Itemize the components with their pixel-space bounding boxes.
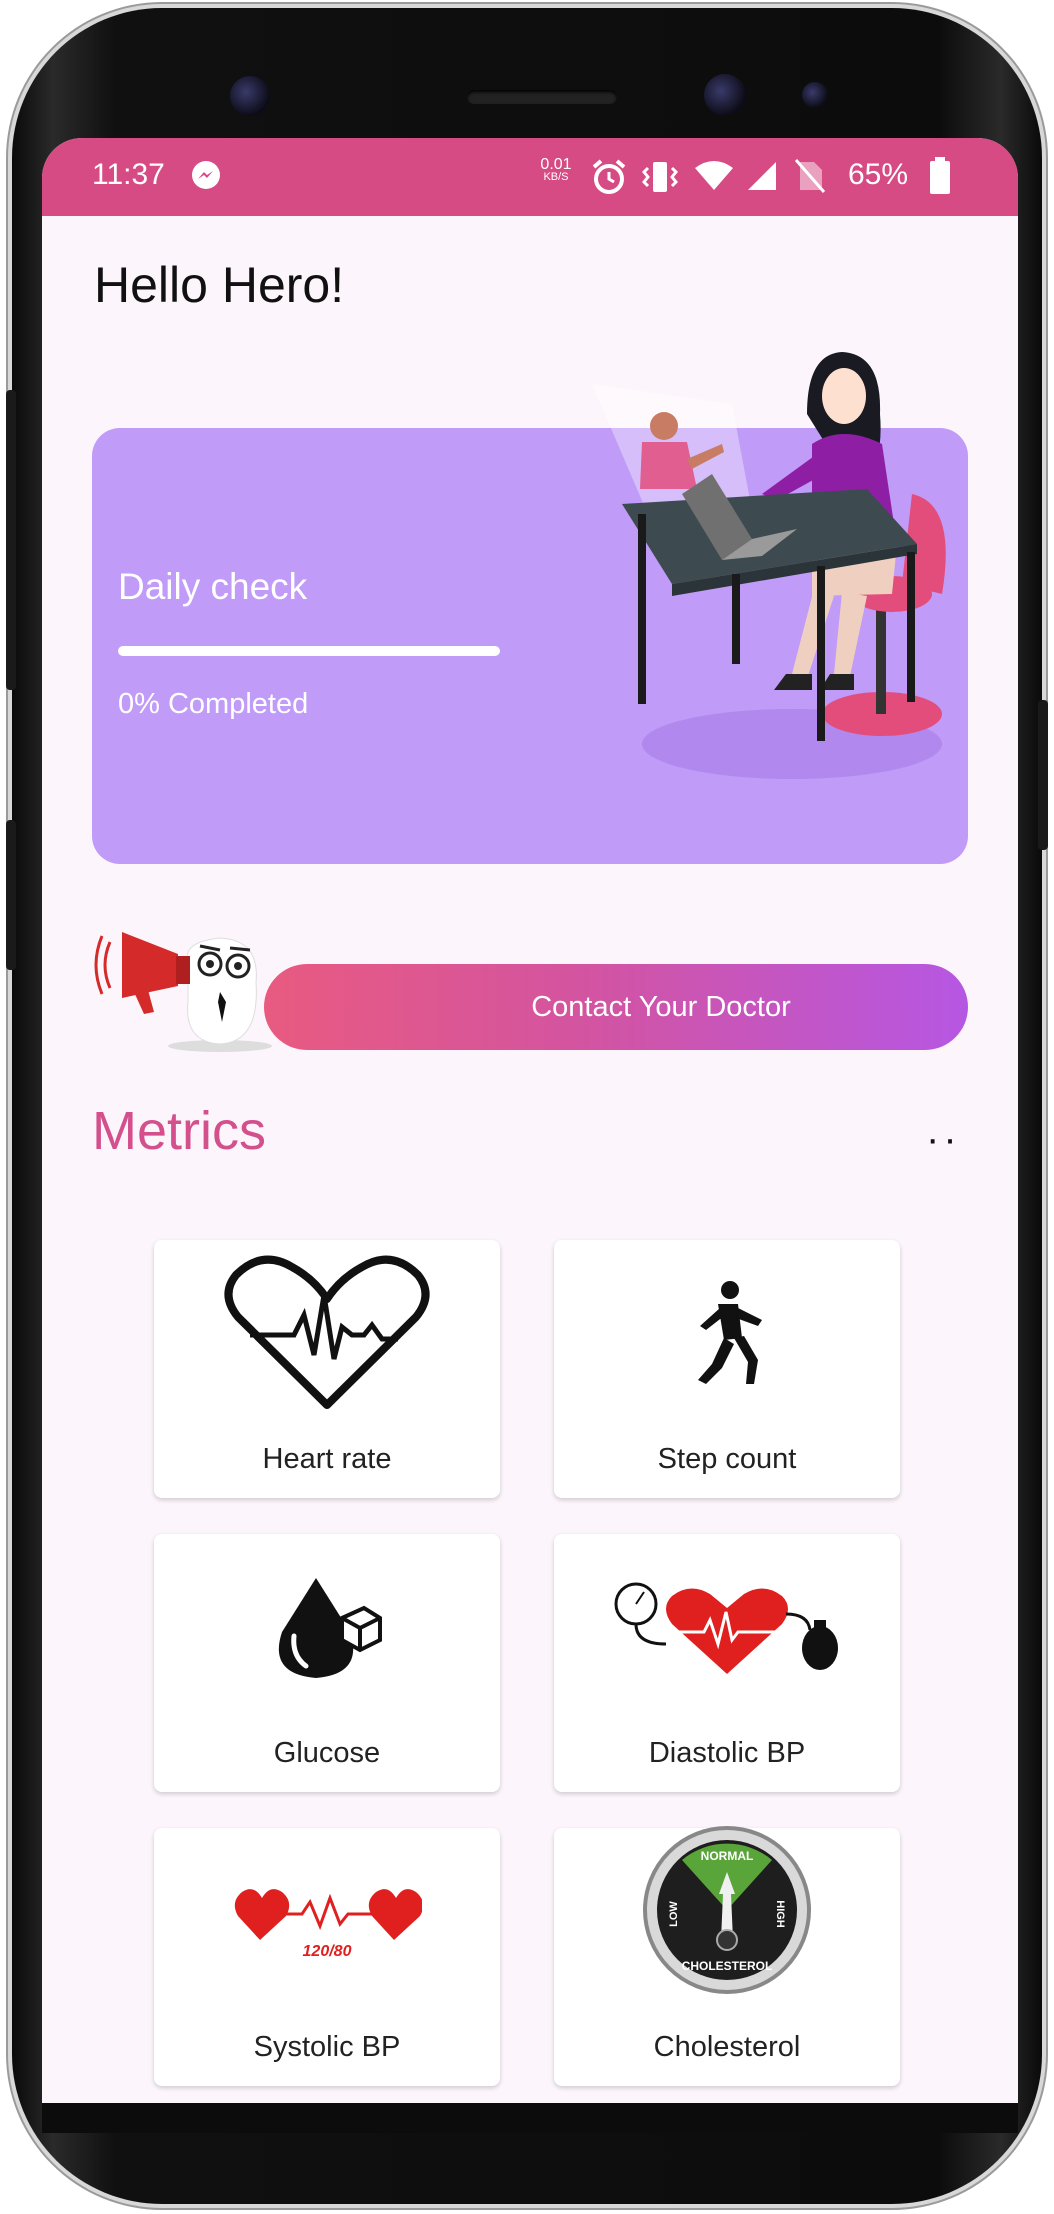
metric-label: Systolic BP [253, 2031, 401, 2063]
network-speed: 0.01 KB/S [540, 156, 572, 184]
walking-person-icon [698, 1281, 762, 1384]
metric-tile-glucose[interactable]: Glucose [154, 1534, 500, 1792]
earpiece-speaker [467, 90, 617, 104]
greeting-title: Hello Hero! [94, 257, 345, 313]
gauge-low-label: LOW [668, 1901, 680, 1927]
bixby-button [6, 820, 16, 970]
contact-doctor-label: Contact Your Doctor [531, 990, 791, 1023]
volume-button [6, 390, 16, 690]
bp-reading-text: 120/80 [303, 1943, 352, 1960]
wifi-icon [695, 161, 733, 190]
cholesterol-meter-icon: NORMAL LOW HIGH CHOLESTEROL [643, 1826, 811, 1994]
sensor-icon [802, 82, 828, 108]
metric-label: Cholesterol [653, 2031, 801, 2063]
doctor-consultation-illustration [592, 352, 946, 779]
more-options-icon[interactable]: ·· [926, 1119, 961, 1159]
daily-check-completed-text: 0% Completed [118, 688, 309, 720]
gauge-normal-label: NORMAL [701, 1849, 754, 1863]
metric-tile-diastolic-bp[interactable]: Diastolic BP [554, 1534, 900, 1792]
metrics-title: Metrics [92, 1101, 266, 1161]
daily-check-progress-bar [118, 646, 500, 656]
heart-rate-icon [224, 1255, 430, 1409]
front-camera-icon [230, 76, 270, 116]
gauge-cholesterol-label: CHOLESTEROL [682, 1959, 773, 1973]
metric-label: Diastolic BP [648, 1737, 806, 1769]
gauge-high-label: HIGH [774, 1900, 786, 1928]
app-screen: 11:37 0.01 KB/S 65% Hello Hero! Daily ch… [42, 138, 1018, 2103]
alarm-icon [592, 159, 626, 194]
metric-label: Step count [657, 1443, 797, 1475]
contact-doctor-button[interactable]: Contact Your Doctor [264, 964, 968, 1050]
metric-tile-heart-rate[interactable]: Heart rate [154, 1240, 500, 1498]
hearts-pulse-icon: 120/80 [234, 1889, 422, 1960]
no-sim-icon [794, 159, 826, 193]
vibrate-icon [642, 162, 678, 192]
metric-label: Heart rate [262, 1443, 392, 1475]
cell-signal-icon [748, 162, 776, 190]
metric-label: Glucose [273, 1737, 381, 1769]
metric-tile-step-count[interactable]: Step count [554, 1240, 900, 1498]
front-camera-icon [704, 74, 746, 116]
battery-percent: 65% [848, 158, 909, 191]
glucose-drop-icon [278, 1578, 382, 1678]
status-time: 11:37 [92, 158, 165, 191]
bottom-bezel [42, 2103, 1018, 2133]
metric-tile-cholesterol[interactable]: NORMAL LOW HIGH CHOLESTEROL Cholesterol [554, 1826, 900, 2086]
power-button [1038, 700, 1048, 850]
metric-tile-systolic-bp[interactable]: 120/80 Systolic BP [154, 1828, 500, 2086]
blood-pressure-gauge-icon [614, 1582, 838, 1674]
battery-icon [930, 157, 950, 194]
messenger-icon [192, 161, 220, 189]
megaphone-doctor-icon [94, 932, 272, 1052]
daily-check-title: Daily check [118, 566, 308, 607]
status-bar: 11:37 0.01 KB/S 65% [42, 138, 1018, 216]
